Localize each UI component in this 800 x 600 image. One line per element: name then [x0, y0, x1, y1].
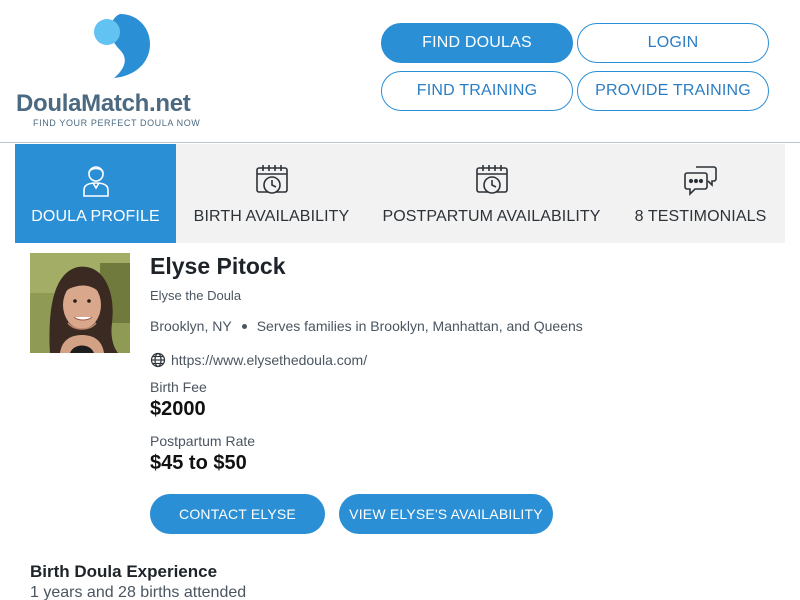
calendar-clock-icon: [254, 162, 290, 198]
doula-nickname: Elyse the Doula: [150, 288, 242, 303]
experience-value: 1 years and 28 births attended: [30, 584, 247, 600]
logo-mark-icon: [94, 14, 150, 78]
logo-tagline: FIND YOUR PERFECT DOULA NOW: [33, 118, 201, 128]
postpartum-rate-label: Postpartum Rate: [150, 433, 256, 449]
profile-tabs: DOULA PROFILE BIRTH AVAILABILITY POSTPAR…: [15, 144, 785, 243]
doula-name: Elyse Pitock: [150, 253, 286, 279]
website-link[interactable]: https://www.elysethedoula.com/: [171, 352, 367, 368]
tab-postpartum-availability[interactable]: POSTPARTUM AVAILABILITY: [367, 144, 616, 243]
logo-wordmark: DoulaMatch.net: [16, 90, 191, 118]
find-training-button[interactable]: FIND TRAINING: [381, 71, 573, 111]
logo-name-part2: Match.net: [81, 90, 191, 117]
site-header: DoulaMatch.net FIND YOUR PERFECT DOULA N…: [0, 0, 800, 143]
site-logo[interactable]: DoulaMatch.net FIND YOUR PERFECT DOULA N…: [16, 10, 226, 135]
logo-name-part1: Doula: [16, 90, 82, 117]
location-row: Brooklyn, NY Serves families in Brooklyn…: [150, 318, 583, 334]
tab-label: 8 TESTIMONIALS: [634, 208, 767, 225]
contact-button[interactable]: CONTACT ELYSE: [150, 494, 325, 534]
service-area: Serves families in Brooklyn, Manhattan, …: [256, 318, 583, 334]
postpartum-rate-value: $45 to $50: [150, 452, 247, 474]
provide-training-button[interactable]: PROVIDE TRAINING: [577, 71, 769, 111]
tab-label: BIRTH AVAILABILITY: [193, 208, 350, 225]
calendar-clock-icon: [474, 162, 510, 198]
birth-fee-value: $2000: [150, 398, 206, 420]
find-doulas-button[interactable]: FIND DOULAS: [381, 23, 573, 63]
doula-location: Brooklyn, NY: [150, 318, 232, 334]
tab-testimonials[interactable]: 8 TESTIMONIALS: [616, 144, 785, 243]
website-row: https://www.elysethedoula.com/: [150, 352, 367, 368]
globe-icon: [150, 352, 166, 368]
tab-label: POSTPARTUM AVAILABILITY: [382, 208, 601, 225]
separator-dot-icon: [241, 323, 247, 329]
person-icon: [78, 162, 114, 198]
tab-doula-profile[interactable]: DOULA PROFILE: [15, 144, 176, 243]
birth-fee-label: Birth Fee: [150, 379, 207, 395]
tab-birth-availability[interactable]: BIRTH AVAILABILITY: [176, 144, 367, 243]
login-button[interactable]: LOGIN: [577, 23, 769, 63]
chat-bubbles-icon: [683, 162, 719, 198]
experience-title: Birth Doula Experience: [30, 562, 218, 581]
doula-photo: [30, 253, 130, 353]
tab-label: DOULA PROFILE: [31, 208, 160, 225]
view-availability-button[interactable]: VIEW ELYSE'S AVAILABILITY: [339, 494, 553, 534]
